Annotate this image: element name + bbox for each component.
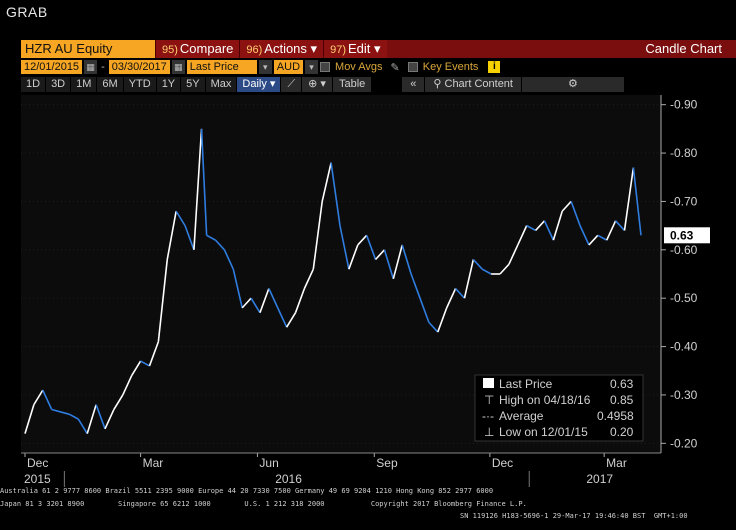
y-tick-label: -0.20 xyxy=(670,436,698,450)
settings-gear-icon[interactable]: ⚙ xyxy=(521,77,625,92)
command-toolbar: HZR AU Equity 95) Compare 96) Actions ▾ 97… xyxy=(21,40,736,58)
y-tick-label: -0.60 xyxy=(670,243,698,257)
collapse-icon[interactable]: « xyxy=(402,77,426,92)
frequency-label: Daily xyxy=(242,78,267,90)
x-year-label: 2016 xyxy=(275,472,302,486)
legend: Last Price 0.63 ⊤ High on 04/18/16 0.85 … xyxy=(474,374,644,442)
edit-menu[interactable]: 97) Edit ▾ xyxy=(323,40,387,58)
calendar-icon[interactable]: ▦ xyxy=(171,60,185,74)
y-tick-label: -0.70 xyxy=(670,194,698,208)
legend-last-price-value: 0.63 xyxy=(610,377,634,391)
price-chart: -0.90 -0.80 -0.70 -0.60 -0.50 -0.40 -0.30 -0.20… xyxy=(21,95,710,487)
security-field[interactable]: HZR AU Equity xyxy=(21,40,155,58)
y-tick-label: -0.80 xyxy=(670,146,698,160)
period-5y[interactable]: 5Y xyxy=(181,77,206,92)
period-max[interactable]: Max xyxy=(205,77,238,92)
period-1m[interactable]: 1M xyxy=(71,77,98,92)
compare-number: 95) xyxy=(162,44,178,56)
legend-low-label: Low on 12/01/15 xyxy=(499,425,588,439)
end-date-field[interactable]: 03/30/2017 xyxy=(108,60,170,74)
dropdown-icon[interactable]: ▾ xyxy=(258,60,272,74)
legend-last-price-label: Last Price xyxy=(499,377,553,391)
y-tick-label: -0.40 xyxy=(670,340,698,354)
caret-down-icon: ▾ xyxy=(374,41,381,56)
legend-high-value: 0.85 xyxy=(610,393,634,407)
x-tick-label: Dec xyxy=(492,456,513,470)
chart-type-label: Candle Chart xyxy=(645,41,722,56)
start-date-field[interactable]: 12/01/2015 xyxy=(21,60,83,74)
pin-icon: ⚲ xyxy=(433,78,442,90)
field-select[interactable]: Last Price xyxy=(186,60,257,74)
y-tick-label: -0.30 xyxy=(670,388,698,402)
x-tick-label: Mar xyxy=(143,456,164,470)
frequency-select[interactable]: Daily ▾ xyxy=(237,77,282,92)
chart-content-button[interactable]: ⚲ Chart Content xyxy=(425,77,522,92)
footer-line-3: SN 119126 H183-5696-1 29-Mar-17 19:46:40… xyxy=(460,512,688,520)
period-3d[interactable]: 3D xyxy=(46,77,72,92)
date-separator: - xyxy=(101,61,105,73)
legend-low-value: 0.20 xyxy=(610,425,634,439)
period-ytd[interactable]: YTD xyxy=(123,77,157,92)
last-price-swatch xyxy=(483,378,494,388)
average-marker-icon: -·- xyxy=(482,409,494,423)
x-tick-label: Dec xyxy=(27,456,48,470)
compare-menu[interactable]: 95) Compare xyxy=(155,40,240,58)
y-axis: -0.90 -0.80 -0.70 -0.60 -0.50 -0.40 -0.30 -0.20 xyxy=(660,95,698,453)
calendar-icon[interactable]: ▦ xyxy=(84,60,98,74)
x-axis: Dec Mar Jun Sep Dec Mar 2015 2016 2017 xyxy=(21,452,661,487)
last-value-text: 0.63 xyxy=(670,228,694,242)
y-tick-label: -0.50 xyxy=(670,291,698,305)
actions-menu[interactable]: 96) Actions ▾ xyxy=(239,40,324,58)
compare-label: Compare xyxy=(179,41,234,56)
period-bar: 1D 3D 1M 6M YTD 1Y 5Y Max Daily ▾ ⟋ ⊕ ▾ … xyxy=(21,77,736,92)
actions-label: Actions xyxy=(264,41,307,56)
low-marker-icon: ⊥ xyxy=(484,425,494,439)
actions-number: 96) xyxy=(246,44,263,56)
mov-avgs-label: Mov Avgs xyxy=(335,61,383,73)
line-chart-icon[interactable]: ⟋ xyxy=(281,77,303,92)
x-year-label: 2017 xyxy=(586,472,613,486)
currency-select[interactable]: AUD xyxy=(273,60,304,74)
pencil-icon[interactable]: ✎ xyxy=(391,61,400,74)
y-tick-label: -0.90 xyxy=(670,98,698,112)
period-1y[interactable]: 1Y xyxy=(156,77,182,92)
legend-high-label: High on 04/18/16 xyxy=(499,393,591,407)
footer-line-2: Japan 81 3 3201 8900 Singapore 65 6212 1… xyxy=(0,500,527,508)
period-6m[interactable]: 6M xyxy=(97,77,124,92)
caret-down-icon: ▾ xyxy=(310,41,318,56)
settings-bar: 12/01/2015 ▦ - 03/30/2017 ▦ Last Price ▾… xyxy=(21,59,501,75)
window-title: GRAB xyxy=(6,4,48,20)
period-1d[interactable]: 1D xyxy=(21,77,47,92)
legend-average-value: 0.4958 xyxy=(597,409,634,423)
chart-style-icon[interactable]: ⊕ ▾ xyxy=(302,77,333,92)
high-marker-icon: ⊤ xyxy=(484,393,494,407)
mov-avgs-checkbox[interactable] xyxy=(320,62,331,72)
legend-average-label: Average xyxy=(499,409,544,423)
dropdown-icon[interactable]: ▾ xyxy=(305,60,319,74)
edit-number: 97) xyxy=(330,44,346,56)
chart-content-label: Chart Content xyxy=(444,78,513,90)
footer-line-1: Australia 61 2 9777 8600 Brazil 5511 239… xyxy=(0,487,494,495)
edit-label: Edit xyxy=(347,41,371,56)
x-tick-label: Sep xyxy=(376,456,398,470)
table-button[interactable]: Table xyxy=(332,77,373,92)
caret-down-icon: ▾ xyxy=(269,78,276,90)
key-events-checkbox[interactable] xyxy=(407,62,418,72)
last-value-tag: 0.63 xyxy=(664,227,710,244)
info-icon[interactable]: i xyxy=(488,61,501,73)
x-tick-label: Jun xyxy=(259,456,278,470)
x-tick-label: Mar xyxy=(606,456,627,470)
key-events-label: Key Events xyxy=(422,61,479,73)
x-year-label: 2015 xyxy=(24,472,51,486)
